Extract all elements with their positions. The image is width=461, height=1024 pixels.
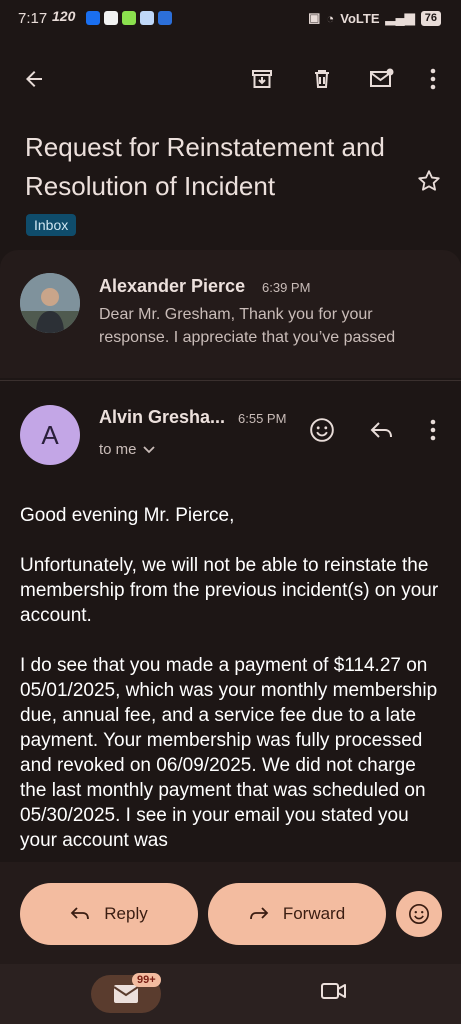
message-snippet: Dear Mr. Gresham, Thank you for your res… — [99, 306, 396, 346]
recipient-details-toggle[interactable]: to me — [99, 441, 155, 458]
status-bar: 7:17 120 ▣ ◔ VoLTE ▂▄▆ 76 — [0, 0, 461, 36]
profile-photo-icon — [20, 273, 80, 333]
nfc-icon: ▣ — [308, 10, 321, 25]
reply-button[interactable] — [365, 413, 399, 447]
reply-icon — [70, 907, 90, 920]
reply-icon — [370, 422, 392, 438]
star-button[interactable] — [416, 168, 442, 199]
body-greeting: Good evening Mr. Pierce, — [20, 505, 235, 526]
message-time: 6:39 PM — [262, 280, 311, 295]
forward-action-button[interactable]: Forward — [208, 883, 386, 945]
reply-label: Reply — [104, 904, 148, 923]
add-reaction-button[interactable] — [305, 413, 339, 447]
video-camera-icon — [321, 983, 346, 999]
sender-avatar[interactable]: A — [20, 405, 80, 465]
arrow-back-icon — [26, 71, 42, 87]
nav-meet-tab[interactable] — [320, 980, 348, 1007]
react-button[interactable] — [396, 891, 442, 937]
status-time: 7:17 — [18, 10, 48, 27]
back-button[interactable] — [17, 62, 51, 96]
body-paragraph: Unfortunately, we will not be able to re… — [20, 555, 439, 626]
more-options-button[interactable] — [416, 62, 450, 96]
message-time: 6:55 PM — [238, 411, 287, 426]
unread-count-badge: 99+ — [132, 973, 161, 987]
emoji-icon — [310, 418, 334, 442]
forward-label: Forward — [282, 904, 346, 923]
status-right: ▣ ◔ VoLTE ▂▄▆ 76 — [308, 10, 441, 26]
mail-icon — [113, 985, 139, 1003]
message-body: Good evening Mr. Pierce, Unfortunately, … — [20, 503, 445, 863]
divider — [0, 380, 461, 381]
recipient-label: to me — [99, 441, 137, 458]
chevron-down-icon — [142, 445, 155, 453]
sender-avatar[interactable] — [20, 273, 80, 333]
sender-name: Alexander Pierce — [99, 276, 246, 296]
forward-icon — [249, 907, 269, 920]
email-subject: Request for Reinstatement and Resolution… — [25, 132, 385, 201]
news-app-icon — [158, 11, 172, 25]
volte-label: VoLTE — [340, 10, 380, 26]
more-vert-icon — [430, 419, 436, 441]
mail-unread-icon — [370, 68, 394, 87]
mark-unread-button[interactable] — [365, 62, 399, 96]
star-icon — [418, 170, 440, 191]
sender-name: Alvin Gresha... — [99, 407, 226, 427]
more-vert-icon — [430, 68, 436, 90]
messenger-icon — [86, 11, 100, 25]
avatar-letter: A — [41, 419, 59, 450]
delete-button[interactable] — [305, 62, 339, 96]
mail-app-icon — [140, 11, 154, 25]
emoji-icon — [409, 904, 429, 924]
bottom-nav — [0, 964, 461, 1024]
archive-button[interactable] — [245, 62, 279, 96]
reply-action-button[interactable]: Reply — [20, 883, 198, 945]
tiktok-icon — [104, 11, 118, 25]
inbox-label-badge[interactable]: Inbox — [26, 214, 77, 236]
trash-icon — [315, 70, 329, 88]
message-more-button[interactable] — [416, 413, 450, 447]
signal-icon: ▂▄▆ — [385, 10, 415, 25]
body-paragraph: I do see that you made a payment of $114… — [20, 655, 438, 851]
archive-icon — [252, 70, 272, 88]
alarm-icon: ◔ — [326, 10, 335, 26]
network-rate: 120 — [52, 8, 76, 24]
battery-icon: 76 — [420, 10, 441, 26]
app-icon — [122, 11, 136, 25]
